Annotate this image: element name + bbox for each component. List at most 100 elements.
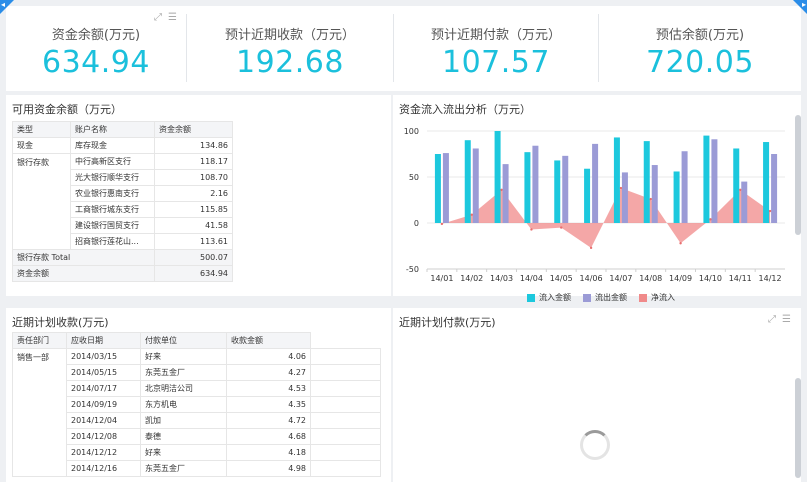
x-tick-label: 14/05 [550,274,573,283]
legend-swatch [639,293,647,302]
kpi-expected-receipts: 预计近期收款（万元） 192.68 [187,6,393,91]
cell-account: 招商银行莲花山... [70,233,155,250]
cell-date: 2014/12/08 [66,428,141,445]
cell-amount: 108.70 [154,169,233,186]
bar-outflow [681,151,688,223]
x-tick-label: 14/12 [759,274,782,283]
cell-account: 光大银行顺华支行 [70,169,155,186]
cell-amount: 41.58 [154,217,233,234]
subtotal-label: 银行存款 Total [12,249,155,266]
bar-inflow [464,140,471,223]
net-inflow-point [530,228,533,231]
column-header[interactable]: 账户名称 [70,121,155,138]
cell-payer: 东方机电 [140,396,227,413]
cell-date: 2014/05/15 [66,364,141,381]
table-row[interactable]: 2014/12/12 好来 4.18 [13,444,381,461]
cell-empty [310,460,381,477]
cell-amount: 4.27 [226,364,311,381]
legend-swatch [583,293,591,302]
cell-amount: 4.68 [226,428,311,445]
subtotal-row[interactable]: 银行存款 Total 500.07 [12,249,233,266]
expand-icon[interactable]: ⤢ [154,12,162,23]
scrollbar[interactable] [795,115,801,235]
kpi-value: 634.94 [42,45,150,80]
table-header-row: 类型 账户名称 资金余额 [12,121,233,138]
bar-outflow [592,143,599,223]
x-tick-label: 14/07 [609,274,632,283]
total-row[interactable]: 资金余额 634.94 [12,265,233,282]
bar-inflow [524,152,531,223]
kpi-expected-payments: 预计近期付款（万元） 107.57 [394,6,598,91]
menu-icon[interactable]: ☰ [168,12,177,23]
bar-inflow [673,171,680,223]
cell-date: 2014/09/19 [66,396,141,413]
flow-chart-panel: 资金流入流出分析（万元） -50 0 50 100 14/01 14/02 14/03 14/… [393,95,801,302]
legend-label: 流出金额 [595,293,627,302]
column-header[interactable]: 付款单位 [140,332,227,349]
panel-title: 近期计划付款(万元) [399,316,496,329]
table-row[interactable]: 2014/12/16 东莞五金厂 4.98 [13,460,381,477]
y-tick-label: 50 [409,173,419,182]
subtotal-amount: 500.07 [154,249,233,266]
cell-account: 中行高新区支行 [70,153,155,170]
bar-outflow [472,148,479,223]
kpi-label: 资金余额(万元) [51,28,141,43]
table-row[interactable]: 2014/05/15 东莞五金厂 4.27 [13,364,381,381]
table-row[interactable]: 2014/12/04 凯加 4.72 [13,412,381,429]
y-tick-label: -50 [406,265,419,274]
scrollbar[interactable] [795,378,801,478]
cell-amount: 118.17 [154,153,233,170]
cell-date: 2014/12/16 [66,460,141,477]
total-label: 资金余额 [12,265,155,282]
kpi-estimated-balance: 预估余额(万元) 720.05 [599,6,801,91]
legend-item-outflow[interactable]: 流出金额 [583,292,627,303]
cell-amount: 4.53 [226,380,311,397]
bar-inflow [613,137,620,223]
payments-panel: 近期计划付款(万元) ⤢ ☰ [393,308,801,482]
bar-inflow [584,168,591,223]
table-row[interactable]: 销售一部 2014/03/15 好来 4.06 [12,348,381,477]
legend-item-inflow[interactable]: 流入金额 [527,292,571,303]
x-tick-label: 14/11 [729,274,752,283]
cell-amount: 4.35 [226,396,311,413]
balance-panel: 可用资金余额（万元） 类型 账户名称 资金余额 现金 库存现金 134.86 银… [6,95,391,296]
column-header[interactable]: 应收日期 [66,332,141,349]
cell-empty [310,380,381,397]
column-header[interactable]: 类型 [12,121,71,138]
column-header[interactable]: 资金余额 [154,121,233,138]
legend-item-net[interactable]: 净流入 [639,292,675,303]
cell-amount: 113.61 [154,233,233,250]
menu-icon[interactable]: ☰ [782,314,791,325]
loading-spinner-icon [580,430,610,460]
table-row[interactable]: 2014/12/08 泰德 4.68 [13,428,381,445]
kpi-value: 107.57 [442,45,550,80]
bar-inflow [643,141,650,223]
net-inflow-point [739,188,742,192]
table-row[interactable]: 2014/07/17 北京明洁公司 4.53 [13,380,381,397]
net-inflow-point [500,188,503,192]
x-tick-label: 14/02 [460,274,483,283]
cell-date: 2014/03/15 [66,348,141,365]
expand-icon[interactable]: ⤢ [768,314,776,325]
net-inflow-point [679,242,682,245]
cell-type-group: 银行存款 [12,153,71,250]
table-row[interactable]: 银行存款 中行高新区支行 118.17 [12,153,233,250]
cell-amount: 4.98 [226,460,311,477]
table-header-row: 责任部门 应收日期 付款单位 收款金额 [12,332,381,349]
corner-right-marker[interactable]: ▸ [793,0,807,14]
kpi-value: 720.05 [646,45,754,80]
y-tick-label: 100 [404,127,419,136]
corner-left-marker[interactable]: ◂ [0,0,14,14]
bar-outflow [741,181,748,223]
cell-empty [310,396,381,413]
net-inflow-point [470,213,473,216]
column-header[interactable]: 责任部门 [12,332,67,349]
table-row[interactable]: 2014/09/19 东方机电 4.35 [13,396,381,413]
flow-chart[interactable]: -50 0 50 100 14/01 14/02 14/03 14/04 14/05 14/06 1… [393,117,801,289]
bar-outflow [621,172,628,223]
legend-label: 净流入 [651,293,675,302]
table-row[interactable]: 现金 库存现金 134.86 [12,137,233,154]
receipts-table: 责任部门 应收日期 付款单位 收款金额 销售一部 2014/03/15 好来 4… [12,332,381,477]
column-header[interactable]: 收款金额 [226,332,311,349]
cell-date: 2014/12/04 [66,412,141,429]
